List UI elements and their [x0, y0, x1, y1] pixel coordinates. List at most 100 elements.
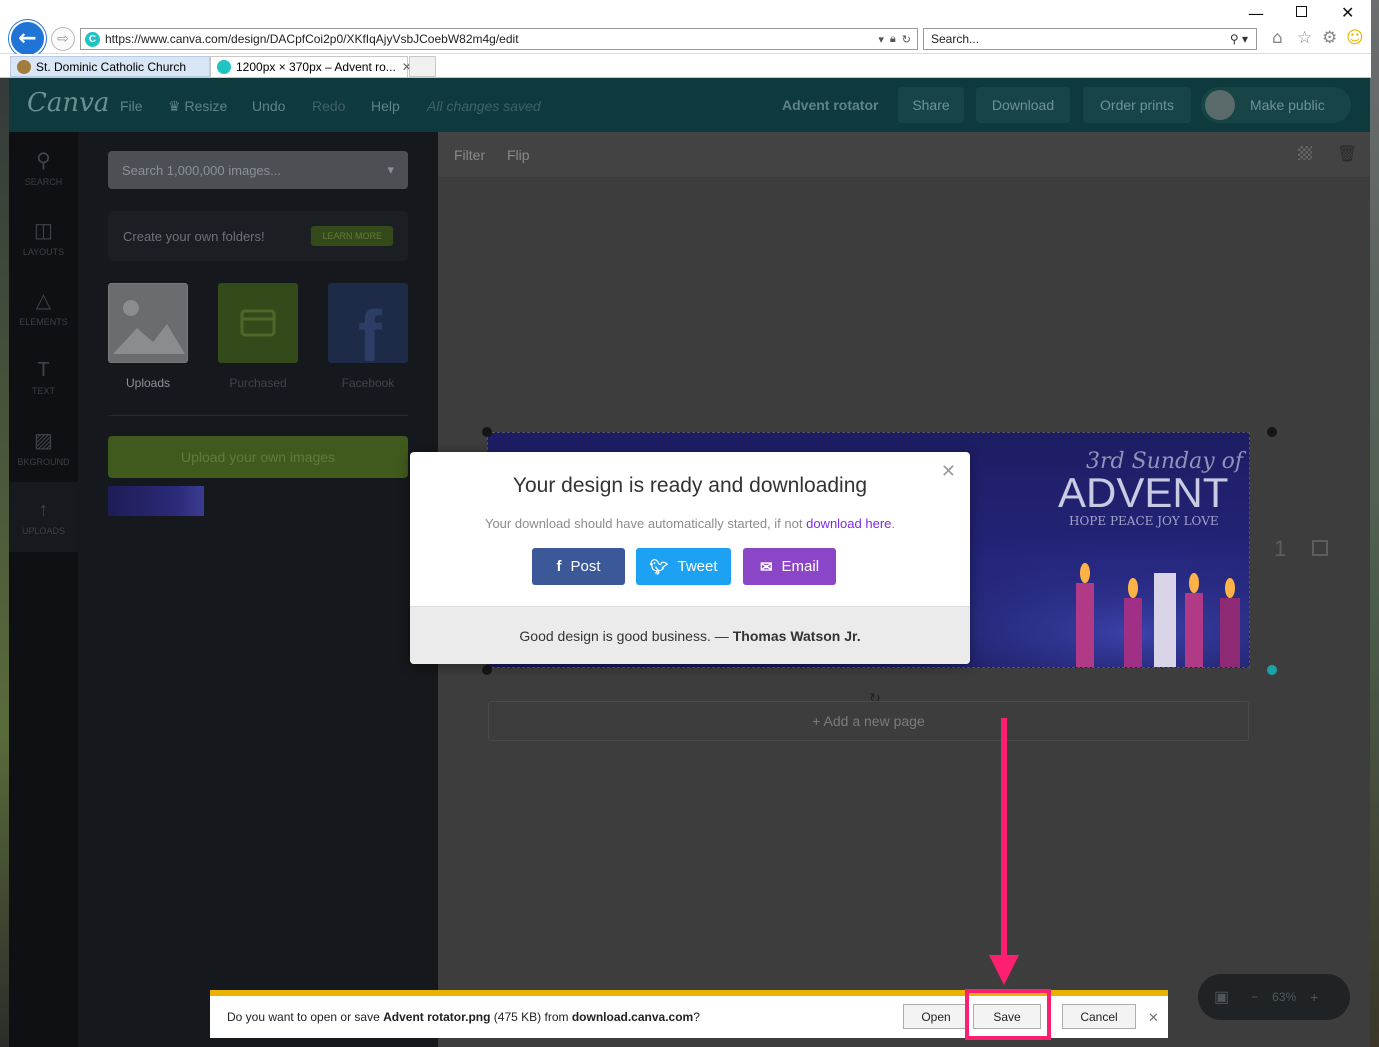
- annotation-arrow: [1001, 718, 1007, 960]
- menu-resize[interactable]: ♛ Resize: [168, 98, 227, 115]
- menu-file[interactable]: File: [120, 98, 143, 114]
- browser-search-input[interactable]: Search... ⚲ ▾: [923, 28, 1257, 50]
- upload-icon: ↑: [38, 498, 49, 521]
- cancel-button[interactable]: Cancel: [1062, 1004, 1136, 1029]
- url-text[interactable]: https://www.canva.com/design/DACpfCoi2p0…: [105, 32, 878, 46]
- home-icon[interactable]: ⌂: [1272, 28, 1283, 48]
- dropdown-icon[interactable]: ▾: [878, 33, 884, 46]
- rail-layouts[interactable]: ◫ LAYOUTS: [9, 202, 78, 272]
- address-bar[interactable]: C https://www.canva.com/design/DACpfCoi2…: [80, 28, 918, 50]
- rail-search[interactable]: ⚲ SEARCH: [9, 132, 78, 202]
- tile-label: Purchased: [229, 376, 287, 390]
- page-number: 1: [1274, 536, 1287, 561]
- rail-uploads[interactable]: ↑ UPLOADS: [9, 482, 78, 552]
- church-favicon-icon: [17, 59, 31, 74]
- save-button-highlight: [965, 989, 1051, 1040]
- twitter-tweet-button[interactable]: 🐦︎ Tweet: [636, 548, 731, 585]
- purchased-tile[interactable]: [218, 283, 298, 363]
- menu-undo[interactable]: Undo: [252, 98, 285, 114]
- download-button[interactable]: Download: [976, 87, 1070, 123]
- new-tab-button[interactable]: [409, 56, 436, 77]
- learn-more-button[interactable]: LEARN MORE: [311, 226, 393, 246]
- minimize-icon[interactable]: —: [1248, 4, 1264, 23]
- transparency-icon[interactable]: [1298, 146, 1312, 160]
- open-button[interactable]: Open: [903, 1004, 969, 1029]
- resize-handle[interactable]: [1267, 427, 1277, 437]
- menu-help[interactable]: Help: [371, 98, 400, 114]
- resize-handle[interactable]: [482, 665, 492, 675]
- canva-favicon-icon: [217, 60, 231, 74]
- svg-text:f: f: [358, 297, 383, 363]
- tab-st-dominic[interactable]: St. Dominic Catholic Church: [10, 56, 210, 77]
- presentation-icon[interactable]: ▣: [1214, 987, 1229, 1007]
- zoom-control: ▣ − 63% +: [1198, 974, 1350, 1020]
- favorites-star-icon[interactable]: ☆: [1297, 28, 1312, 48]
- annotation-arrowhead: [989, 955, 1019, 985]
- make-public-button[interactable]: Make public: [1201, 87, 1351, 123]
- close-icon[interactable]: ✕: [1148, 1010, 1159, 1026]
- tab-canva-design[interactable]: 1200px × 370px – Advent ro... ✕: [210, 56, 412, 77]
- text-icon: T: [37, 358, 50, 381]
- canva-favicon-icon: C: [85, 31, 100, 47]
- lock-icon[interactable]: 🔒︎: [890, 33, 896, 46]
- rail-elements[interactable]: △ ELEMENTS: [9, 272, 78, 342]
- avatar: [1205, 90, 1235, 120]
- uploaded-image-thumbnail[interactable]: [108, 486, 204, 516]
- folders-promo: Create your own folders! LEARN MORE: [108, 211, 408, 261]
- background-icon: ▨: [34, 429, 53, 452]
- facebook-tile[interactable]: f: [328, 283, 408, 377]
- modal-subtitle: Your download should have automatically …: [484, 516, 896, 531]
- zoom-in-icon[interactable]: +: [1310, 989, 1318, 1005]
- canva-logo[interactable]: Canva: [27, 88, 109, 118]
- add-page-button[interactable]: + Add a new page: [488, 701, 1249, 741]
- image-placeholder-icon: [113, 300, 185, 354]
- upload-images-button[interactable]: Upload your own images: [108, 436, 408, 478]
- share-button[interactable]: Share: [898, 87, 964, 123]
- modal-quote: Good design is good business. — Thomas W…: [410, 606, 970, 664]
- image-search-input[interactable]: Search 1,000,000 images... ▾: [108, 151, 408, 189]
- facebook-icon: f: [358, 297, 383, 377]
- close-window-icon[interactable]: ✕: [1341, 3, 1354, 22]
- elements-icon: △: [35, 289, 52, 312]
- facebook-icon: f: [556, 558, 562, 575]
- tab-label: 1200px × 370px – Advent ro...: [236, 60, 396, 74]
- flip-button[interactable]: Flip: [507, 147, 530, 163]
- refresh-icon[interactable]: ↻: [902, 33, 911, 46]
- zoom-out-icon[interactable]: −: [1251, 990, 1258, 1004]
- facebook-post-button[interactable]: f Post: [532, 548, 625, 585]
- uploads-panel: Search 1,000,000 images... ▾ Create your…: [78, 132, 438, 1047]
- divider: [108, 415, 408, 416]
- download-here-link[interactable]: download here: [806, 516, 891, 531]
- menu-redo[interactable]: Redo: [312, 98, 345, 114]
- rail-background[interactable]: ▨ BKGROUND: [9, 412, 78, 482]
- smiley-feedback-icon[interactable]: ☺: [1346, 28, 1364, 48]
- save-status: All changes saved: [427, 98, 541, 114]
- order-prints-button[interactable]: Order prints: [1083, 87, 1191, 123]
- forward-button[interactable]: ⇨: [51, 27, 75, 51]
- resize-handle[interactable]: [482, 427, 492, 437]
- rail-text[interactable]: T TEXT: [9, 342, 78, 412]
- uploads-tile[interactable]: [108, 283, 188, 363]
- purchased-icon: [240, 309, 276, 337]
- left-rail: ⚲ SEARCH ◫ LAYOUTS △ ELEMENTS T TEXT ▨ B…: [9, 132, 78, 1047]
- search-icon[interactable]: ⚲ ▾: [1230, 32, 1256, 46]
- tile-label: Uploads: [125, 376, 171, 390]
- settings-gear-icon[interactable]: ⚙: [1322, 28, 1337, 48]
- maximize-icon[interactable]: [1296, 6, 1307, 17]
- zoom-level: 63%: [1272, 990, 1297, 1004]
- layouts-icon: ◫: [34, 219, 53, 242]
- email-button[interactable]: ✉ Email: [743, 548, 836, 585]
- trash-icon[interactable]: 🗑︎: [1337, 144, 1357, 163]
- design-title[interactable]: Advent rotator: [782, 97, 878, 113]
- back-button[interactable]: ←: [9, 20, 46, 57]
- desktop-background: [0, 0, 9, 1047]
- twitter-bird-icon: 🐦︎: [649, 558, 669, 576]
- copy-page-icon[interactable]: [1312, 540, 1328, 556]
- resize-handle[interactable]: [1267, 665, 1277, 675]
- download-prompt: Do you want to open or save Advent rotat…: [227, 1010, 700, 1024]
- download-ready-modal: ✕ Your design is ready and downloading Y…: [410, 452, 970, 664]
- chevron-down-icon[interactable]: ▾: [387, 162, 394, 178]
- design-line3: HOPE PEACE JOY LOVE: [1069, 514, 1219, 528]
- filter-button[interactable]: Filter: [454, 147, 485, 163]
- canva-topbar: Canva File ♛ Resize Undo Redo Help All c…: [9, 78, 1370, 132]
